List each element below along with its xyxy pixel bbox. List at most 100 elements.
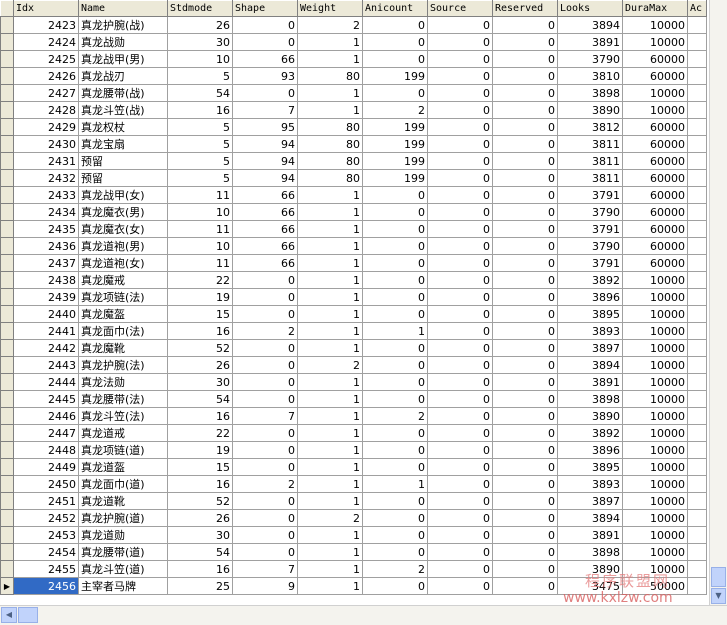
cell-duramax[interactable]: 10000 — [622, 101, 688, 119]
cell-idx[interactable]: 2450 — [13, 475, 79, 493]
row-selector[interactable] — [0, 509, 14, 527]
cell-duramax[interactable]: 60000 — [622, 50, 688, 68]
cell-duramax[interactable]: 10000 — [622, 526, 688, 544]
table-row[interactable]: 2435 真龙魔衣(女) 11 66 1 0 0 0 3791 60000 — [0, 220, 707, 238]
cell-anicount[interactable]: 1 — [362, 475, 428, 493]
cell-looks[interactable]: 3811 — [557, 135, 623, 153]
cell-source[interactable]: 0 — [427, 16, 493, 34]
cell-looks[interactable]: 3891 — [557, 526, 623, 544]
cell-name[interactable]: 真龙面巾(法) — [78, 322, 168, 340]
cell-idx[interactable]: 2436 — [13, 237, 79, 255]
cell-duramax[interactable]: 60000 — [622, 203, 688, 221]
cell-stdmode[interactable]: 26 — [167, 509, 233, 527]
cell-weight[interactable]: 1 — [297, 560, 363, 578]
table-row[interactable]: 2446 真龙斗笠(法) 16 7 1 2 0 0 3890 10000 — [0, 407, 707, 425]
cell-duramax[interactable]: 10000 — [622, 288, 688, 306]
row-selector[interactable] — [0, 458, 14, 476]
cell-source[interactable]: 0 — [427, 475, 493, 493]
row-selector[interactable] — [0, 475, 14, 493]
table-row[interactable]: 2451 真龙道靴 52 0 1 0 0 0 3897 10000 — [0, 492, 707, 510]
cell-reserved[interactable]: 0 — [492, 118, 558, 136]
corner-cell[interactable] — [0, 0, 14, 17]
table-row[interactable]: 2450 真龙面巾(道) 16 2 1 1 0 0 3893 10000 — [0, 475, 707, 493]
cell-looks[interactable]: 3790 — [557, 237, 623, 255]
row-selector[interactable] — [0, 16, 14, 34]
cell-stdmode[interactable]: 25 — [167, 577, 233, 595]
column-header-duramax[interactable]: DuraMax — [622, 0, 688, 17]
table-row[interactable]: 2449 真龙道盔 15 0 1 0 0 0 3895 10000 — [0, 458, 707, 476]
cell-looks[interactable]: 3897 — [557, 492, 623, 510]
cell-ac[interactable] — [687, 509, 707, 527]
cell-anicount[interactable]: 0 — [362, 543, 428, 561]
row-selector[interactable] — [0, 203, 14, 221]
cell-stdmode[interactable]: 30 — [167, 373, 233, 391]
cell-reserved[interactable]: 0 — [492, 509, 558, 527]
cell-anicount[interactable]: 0 — [362, 305, 428, 323]
table-row[interactable]: 2424 真龙战勋 30 0 1 0 0 0 3891 10000 — [0, 33, 707, 51]
cell-weight[interactable]: 1 — [297, 424, 363, 442]
cell-stdmode[interactable]: 5 — [167, 67, 233, 85]
cell-idx[interactable]: 2434 — [13, 203, 79, 221]
cell-anicount[interactable]: 0 — [362, 339, 428, 357]
cell-ac[interactable] — [687, 203, 707, 221]
column-header-name[interactable]: Name — [78, 0, 168, 17]
cell-ac[interactable] — [687, 237, 707, 255]
cell-looks[interactable]: 3898 — [557, 84, 623, 102]
cell-weight[interactable]: 1 — [297, 577, 363, 595]
table-row[interactable]: 2425 真龙战甲(男) 10 66 1 0 0 0 3790 60000 — [0, 50, 707, 68]
cell-idx[interactable]: 2432 — [13, 169, 79, 187]
column-header-shape[interactable]: Shape — [232, 0, 298, 17]
cell-ac[interactable] — [687, 322, 707, 340]
cell-idx[interactable]: 2454 — [13, 543, 79, 561]
cell-ac[interactable] — [687, 560, 707, 578]
cell-weight[interactable]: 1 — [297, 271, 363, 289]
cell-looks[interactable]: 3892 — [557, 424, 623, 442]
column-header-ac[interactable]: Ac — [687, 0, 707, 17]
cell-duramax[interactable]: 10000 — [622, 356, 688, 374]
cell-name[interactable]: 真龙斗笠(战) — [78, 101, 168, 119]
cell-reserved[interactable]: 0 — [492, 458, 558, 476]
cell-shape[interactable]: 2 — [232, 322, 298, 340]
cell-reserved[interactable]: 0 — [492, 560, 558, 578]
row-selector[interactable] — [0, 271, 14, 289]
cell-ac[interactable] — [687, 169, 707, 187]
cell-name[interactable]: 真龙战甲(男) — [78, 50, 168, 68]
cell-stdmode[interactable]: 26 — [167, 356, 233, 374]
cell-anicount[interactable]: 199 — [362, 118, 428, 136]
cell-ac[interactable] — [687, 577, 707, 595]
cell-source[interactable]: 0 — [427, 84, 493, 102]
cell-weight[interactable]: 1 — [297, 220, 363, 238]
cell-weight[interactable]: 1 — [297, 458, 363, 476]
cell-reserved[interactable]: 0 — [492, 526, 558, 544]
table-row[interactable]: 2436 真龙道袍(男) 10 66 1 0 0 0 3790 60000 — [0, 237, 707, 255]
cell-anicount[interactable]: 2 — [362, 101, 428, 119]
cell-source[interactable]: 0 — [427, 458, 493, 476]
cell-reserved[interactable]: 0 — [492, 390, 558, 408]
row-selector[interactable] — [0, 101, 14, 119]
cell-name[interactable]: 真龙腰带(道) — [78, 543, 168, 561]
cell-shape[interactable]: 0 — [232, 339, 298, 357]
cell-shape[interactable]: 0 — [232, 458, 298, 476]
cell-anicount[interactable]: 0 — [362, 509, 428, 527]
cell-ac[interactable] — [687, 118, 707, 136]
cell-source[interactable]: 0 — [427, 339, 493, 357]
row-selector[interactable] — [0, 254, 14, 272]
cell-anicount[interactable]: 0 — [362, 237, 428, 255]
cell-name[interactable]: 预留 — [78, 152, 168, 170]
row-selector[interactable] — [0, 50, 14, 68]
cell-reserved[interactable]: 0 — [492, 271, 558, 289]
cell-idx[interactable]: 2441 — [13, 322, 79, 340]
column-header-stdmode[interactable]: Stdmode — [167, 0, 233, 17]
cell-source[interactable]: 0 — [427, 407, 493, 425]
cell-weight[interactable]: 1 — [297, 339, 363, 357]
cell-shape[interactable]: 0 — [232, 373, 298, 391]
cell-weight[interactable]: 1 — [297, 441, 363, 459]
cell-reserved[interactable]: 0 — [492, 16, 558, 34]
row-selector[interactable] — [0, 152, 14, 170]
row-selector[interactable] — [0, 67, 14, 85]
row-selector[interactable] — [0, 84, 14, 102]
cell-duramax[interactable]: 10000 — [622, 271, 688, 289]
cell-duramax[interactable]: 10000 — [622, 16, 688, 34]
cell-shape[interactable]: 9 — [232, 577, 298, 595]
cell-shape[interactable]: 7 — [232, 407, 298, 425]
